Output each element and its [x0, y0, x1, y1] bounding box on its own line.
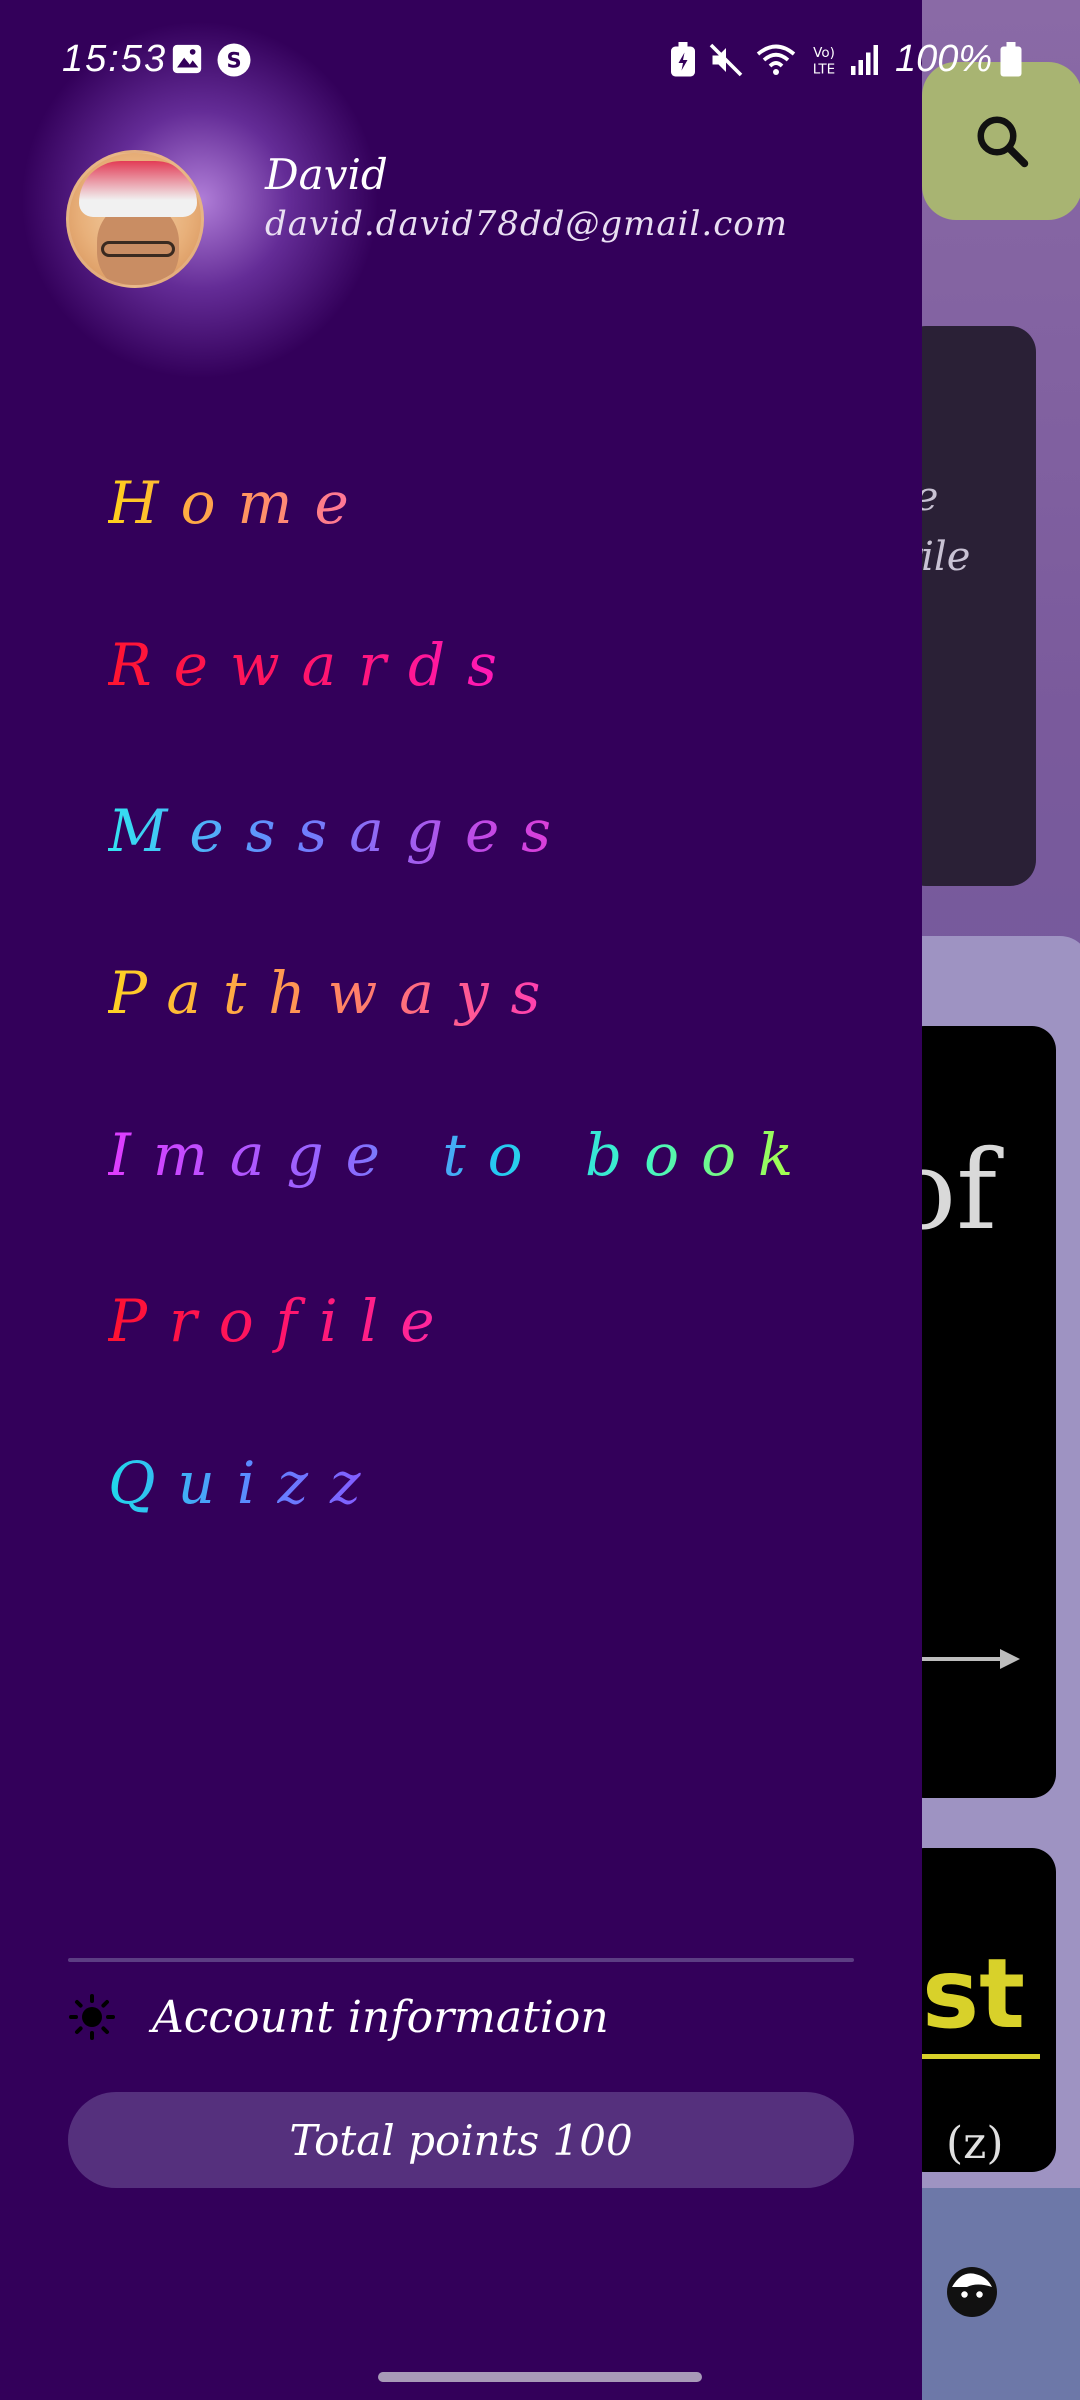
nav-item-image-to-book[interactable]: Image to book	[108, 1110, 815, 1200]
nav-item-profile[interactable]: Profile	[108, 1276, 457, 1366]
screen: ie rile of st (z)	[0, 0, 1080, 2400]
battery-percent: 100%	[895, 38, 993, 80]
nav-item-messages[interactable]: Messages	[108, 786, 573, 876]
user-email: david.david78dd@gmail.com	[265, 204, 788, 244]
background-bottom-nav	[900, 2188, 1080, 2400]
svg-text:Vo): Vo)	[813, 45, 835, 61]
s-app-icon: S	[217, 43, 251, 77]
avatar-hat	[79, 161, 197, 217]
background-quiz-text: st	[922, 1938, 1026, 2050]
wifi-icon	[756, 44, 796, 75]
battery-saver-icon	[671, 42, 695, 77]
avatar-glasses	[101, 241, 175, 257]
user-name: David	[265, 150, 388, 199]
home-indicator[interactable]	[378, 2372, 702, 2382]
nav-item-home[interactable]: Home	[108, 458, 371, 548]
drawer-divider	[68, 1958, 854, 1962]
total-points-button[interactable]: Total points 100	[68, 2092, 854, 2188]
background-quiz-sub: (z)	[946, 2118, 1004, 2169]
signal-icon	[851, 45, 878, 75]
account-information-label: Account information	[152, 1991, 609, 2043]
nav-item-pathways[interactable]: Pathways	[108, 948, 562, 1038]
mute-icon	[709, 43, 743, 77]
volte-icon: Vo) LTE	[813, 45, 835, 78]
sun-icon	[69, 1994, 115, 2040]
gallery-icon	[172, 44, 202, 74]
background-video-card[interactable]: of	[900, 1026, 1056, 1798]
status-bar: 15:53 S Vo) LTE 100%	[0, 0, 1080, 120]
account-information-button[interactable]: Account information	[68, 1982, 609, 2052]
svg-text:S: S	[226, 49, 241, 73]
background-quiz-card[interactable]: st (z)	[900, 1848, 1056, 2172]
status-time: 15:53	[62, 38, 168, 80]
navigation-drawer: David david.david78dd@gmail.com Home Rew…	[0, 0, 922, 2400]
nav-item-quizz[interactable]: Quizz	[108, 1438, 383, 1528]
search-icon	[977, 116, 1029, 168]
kid-face-icon[interactable]	[942, 2262, 1002, 2322]
nav-item-rewards[interactable]: Rewards	[108, 620, 519, 710]
svg-text:LTE: LTE	[813, 62, 835, 78]
battery-icon	[1000, 42, 1022, 77]
avatar[interactable]	[66, 150, 204, 288]
